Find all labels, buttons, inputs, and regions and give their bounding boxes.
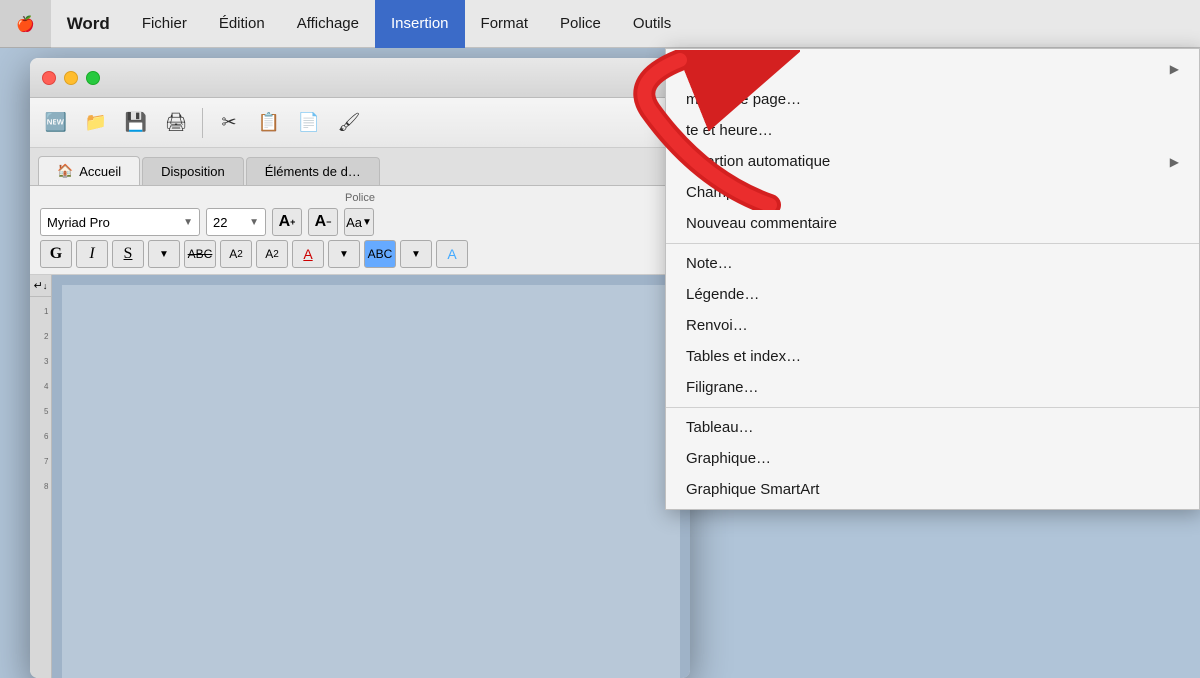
ruler-corner: ↵↓ (30, 275, 52, 297)
home-icon: 🏠 (57, 163, 73, 179)
print-button[interactable]: 🖨 (158, 105, 194, 141)
word-window: 🆕 📁 💾 🖨 ✂ 📋 📄 🖌 🏠 Accueil Disposition Él… (30, 58, 690, 678)
save-button[interactable]: 💾 (118, 105, 154, 141)
font-size-select[interactable]: 22 ▼ (206, 208, 266, 236)
ribbon-tabs: 🏠 Accueil Disposition Éléments de d… (30, 148, 690, 186)
ruler-mark-6: 6 (44, 432, 48, 441)
minimize-button[interactable] (64, 71, 78, 85)
dd-tableau[interactable]: Tableau… (666, 412, 1199, 443)
ruler-mark-8: 8 (44, 482, 48, 491)
open-button[interactable]: 📁 (78, 105, 114, 141)
close-button[interactable] (42, 71, 56, 85)
font-increase-button[interactable]: A+ (272, 208, 302, 236)
dd-separator-1 (666, 243, 1199, 244)
dd-saut[interactable]: ut ▶ (666, 53, 1199, 84)
toolbar-sep-1 (202, 108, 203, 138)
maximize-button[interactable] (86, 71, 100, 85)
paste-button[interactable]: 📄 (291, 105, 327, 141)
font-size-arrow: ▼ (249, 217, 259, 228)
menu-bar: 🍎 Word Fichier Édition Affichage Inserti… (0, 0, 1200, 48)
subscript-button[interactable]: A2 (256, 240, 288, 268)
menu-word[interactable]: Word (51, 0, 126, 48)
dd-numeros[interactable]: méros de page… (666, 84, 1199, 115)
ruler-mark-3: 3 (44, 357, 48, 366)
toolbar: 🆕 📁 💾 🖨 ✂ 📋 📄 🖌 (30, 98, 690, 148)
menu-format[interactable]: Format (465, 0, 545, 48)
highlight-arrow[interactable]: ▼ (400, 240, 432, 268)
clear-format-button[interactable]: A (436, 240, 468, 268)
dd-champ[interactable]: Champ… (666, 177, 1199, 208)
font-panel: Police Myriad Pro ▼ 22 ▼ A+ A− Aa▼ G I S… (30, 186, 690, 275)
vertical-ruler: 1 2 3 4 5 6 7 8 (30, 297, 52, 678)
font-panel-title: Police (40, 192, 680, 204)
menu-insertion[interactable]: Insertion (375, 0, 465, 48)
dd-filigrane[interactable]: Filigrane… (666, 372, 1199, 403)
document-area: ↵↓ 1 2 3 4 5 6 7 8 (30, 275, 690, 678)
page-area[interactable] (52, 275, 690, 678)
tab-accueil[interactable]: 🏠 Accueil (38, 156, 140, 185)
dd-graphique[interactable]: Graphique… (666, 443, 1199, 474)
menu-edition[interactable]: Édition (203, 0, 281, 48)
ruler-mark-2: 2 (44, 332, 48, 341)
font-name-select[interactable]: Myriad Pro ▼ (40, 208, 200, 236)
menu-affichage[interactable]: Affichage (281, 0, 375, 48)
font-decrease-button[interactable]: A− (308, 208, 338, 236)
dd-auto-arrow: ▶ (1170, 155, 1179, 169)
menu-fichier[interactable]: Fichier (126, 0, 203, 48)
menu-outils[interactable]: Outils (617, 0, 687, 48)
ruler-mark-5: 5 (44, 407, 48, 416)
dd-date[interactable]: te et heure… (666, 115, 1199, 146)
new-button[interactable]: 🆕 (38, 105, 74, 141)
dd-separator-2 (666, 407, 1199, 408)
title-bar (30, 58, 690, 98)
font-case-button[interactable]: Aa▼ (344, 208, 374, 236)
apple-logo: 🍎 (16, 15, 35, 33)
underline-button[interactable]: S (112, 240, 144, 268)
cut-button[interactable]: ✂ (211, 105, 247, 141)
highlight-button[interactable]: ABC (364, 240, 396, 268)
apple-menu[interactable]: 🍎 (0, 0, 51, 48)
dd-commentaire[interactable]: Nouveau commentaire (666, 208, 1199, 239)
italic-button[interactable]: I (76, 240, 108, 268)
dd-saut-arrow: ▶ (1170, 62, 1179, 76)
tab-elements[interactable]: Éléments de d… (246, 157, 380, 185)
document-page[interactable] (62, 285, 680, 678)
font-name-arrow: ▼ (183, 217, 193, 228)
menu-police[interactable]: Police (544, 0, 617, 48)
ruler-mark-1: 1 (44, 307, 48, 316)
dd-legende[interactable]: Légende… (666, 279, 1199, 310)
dd-smartart[interactable]: Graphique SmartArt (666, 474, 1199, 505)
format-painter-button[interactable]: 🖌 (331, 105, 367, 141)
tab-disposition[interactable]: Disposition (142, 157, 244, 185)
ruler-mark-4: 4 (44, 382, 48, 391)
bold-button[interactable]: G (40, 240, 72, 268)
superscript-button[interactable]: A2 (220, 240, 252, 268)
copy-button[interactable]: 📋 (251, 105, 287, 141)
dd-insertion-auto[interactable]: Insertion automatique ▶ (666, 146, 1199, 177)
ruler-mark-7: 7 (44, 457, 48, 466)
strikethrough-button[interactable]: ABC (184, 240, 216, 268)
dd-note[interactable]: Note… (666, 248, 1199, 279)
insertion-dropdown: ut ▶ méros de page… te et heure… Inserti… (665, 48, 1200, 510)
underline-arrow[interactable]: ▼ (148, 240, 180, 268)
dd-renvoi[interactable]: Renvoi… (666, 310, 1199, 341)
dd-tables[interactable]: Tables et index… (666, 341, 1199, 372)
font-color-arrow[interactable]: ▼ (328, 240, 360, 268)
font-color-button[interactable]: A (292, 240, 324, 268)
